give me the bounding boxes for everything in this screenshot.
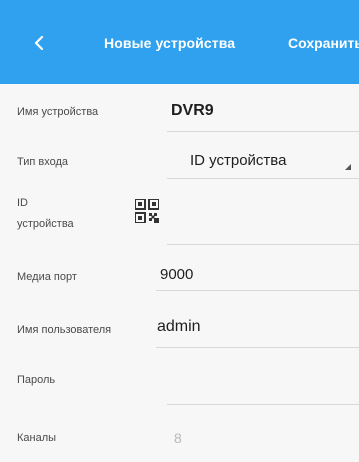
chevron-left-icon [34, 35, 44, 51]
channels-row: Каналы 8 [0, 410, 359, 462]
media-port-field[interactable]: 9000 [160, 266, 193, 283]
header-bar: Новые устройства Сохранить [0, 0, 359, 84]
username-field[interactable]: admin [157, 318, 201, 336]
device-id-label-line1: ID [17, 197, 28, 209]
media-port-label: Медиа порт [17, 271, 77, 283]
channels-field[interactable]: 8 [174, 430, 182, 446]
save-button[interactable]: Сохранить [288, 35, 359, 51]
device-id-label-line2: устройства [17, 218, 74, 230]
media-port-underline [156, 290, 359, 291]
username-row: Имя пользователя admin [0, 302, 359, 356]
username-underline [156, 347, 359, 348]
input-type-label: Тип входа [17, 156, 69, 168]
device-form: Имя устройства DVR9 Тип входа ID устройс… [0, 84, 359, 462]
qr-code-icon[interactable] [135, 199, 159, 223]
password-underline [167, 404, 359, 405]
device-name-row: Имя устройства DVR9 [0, 84, 359, 142]
username-label: Имя пользователя [17, 324, 112, 336]
device-id-row: ID устройства [0, 192, 359, 252]
device-name-field[interactable]: DVR9 [171, 102, 214, 120]
device-name-label: Имя устройства [17, 106, 99, 118]
page-title: Новые устройства [104, 35, 236, 51]
channels-label: Каналы [17, 432, 57, 444]
device-id-underline [167, 244, 359, 245]
back-button[interactable] [28, 32, 50, 54]
password-row: Пароль [0, 356, 359, 410]
input-type-underline [167, 178, 359, 179]
new-device-screen: Новые устройства Сохранить Имя устройств… [0, 0, 359, 462]
input-type-select[interactable]: ID устройства [190, 152, 286, 169]
device-name-underline [167, 131, 359, 132]
input-type-row: Тип входа ID устройства [0, 142, 359, 192]
dropdown-caret-icon[interactable] [345, 164, 351, 170]
password-label: Пароль [17, 374, 56, 386]
media-port-row: Медиа порт 9000 [0, 252, 359, 302]
